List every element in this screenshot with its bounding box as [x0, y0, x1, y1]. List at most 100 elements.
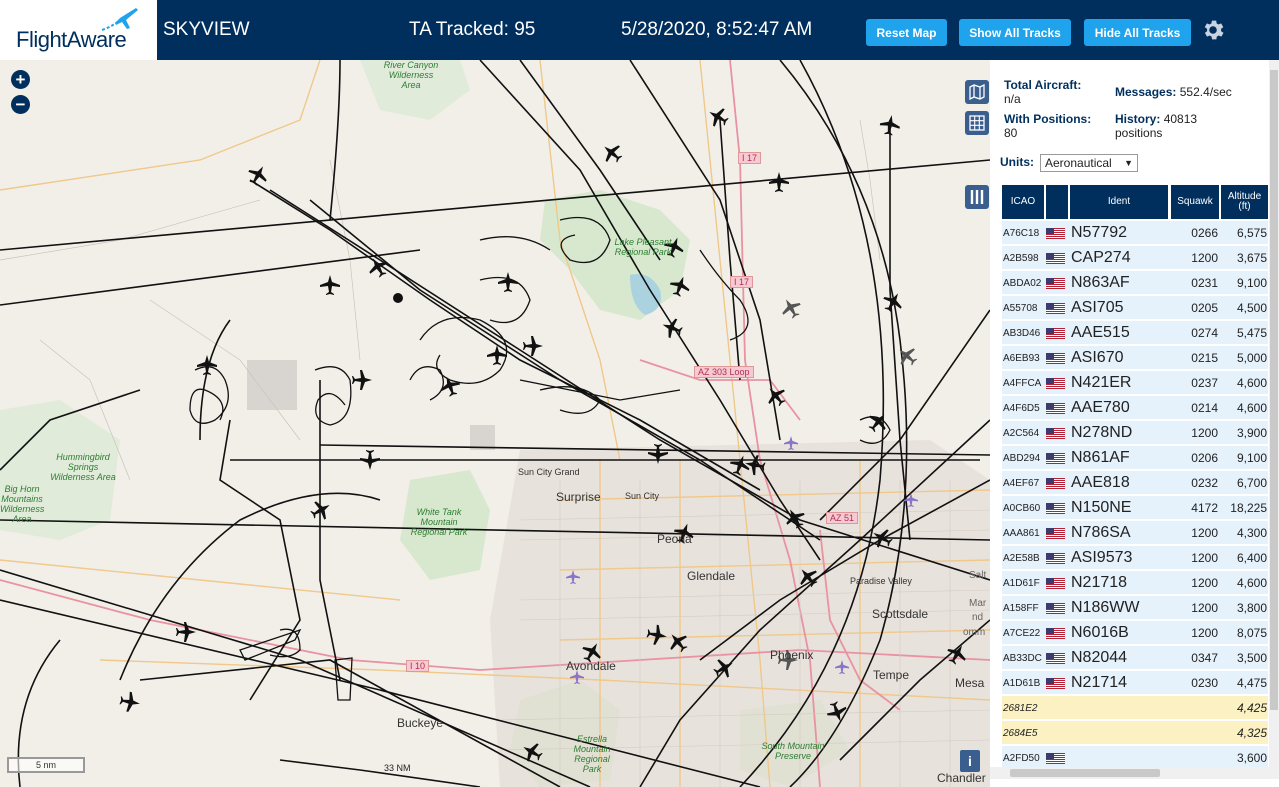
ident-cell: N82044 [1071, 649, 1128, 666]
table-row[interactable]: A2E58B ASI9573 1200 6,400 [1002, 546, 1268, 570]
us-flag-icon [1046, 302, 1065, 314]
col-header-icao[interactable]: ICAO [1002, 185, 1044, 219]
table-row[interactable]: ABDA02 N863AF 0231 9,100 [1002, 271, 1268, 295]
scale-bar: 5 nm [7, 757, 85, 773]
map-layers-button[interactable] [965, 80, 989, 104]
ident-cell: N186WW [1071, 599, 1140, 616]
grid-icon [969, 115, 985, 131]
flightaware-logo[interactable]: FlightAware [0, 0, 157, 60]
city-label: Surprise [556, 490, 601, 504]
park-label: Big Horn Mountains Wilderness Area [0, 484, 45, 524]
altitude-cell: 6,700 [1236, 476, 1267, 490]
us-flag-icon [1046, 277, 1065, 289]
table-row[interactable]: A158FF N186WW 1200 3,800 [1002, 596, 1268, 620]
flag-cell [1046, 696, 1068, 720]
altitude-cell: 5,000 [1236, 351, 1267, 365]
col-header-flag[interactable] [1046, 185, 1068, 219]
units-label: Units: [1000, 155, 1034, 169]
park-label: Hummingbird Springs Wilderness Area [50, 452, 116, 482]
table-row[interactable]: A6EB93 ASI670 0215 5,000 [1002, 346, 1268, 370]
col-header-squawk[interactable]: Squawk [1171, 185, 1219, 219]
table-row[interactable]: A1D61F N21718 1200 4,600 [1002, 571, 1268, 595]
city-label: Sun City [625, 491, 660, 501]
ident-cell: AAE780 [1071, 399, 1130, 416]
us-flag-icon [1046, 577, 1065, 589]
flag-cell [1046, 471, 1068, 495]
scrollbar-thumb[interactable] [1010, 769, 1160, 777]
us-flag-icon [1046, 502, 1065, 514]
table-row[interactable]: A4F6D5 AAE780 0214 4,600 [1002, 396, 1268, 420]
icao-cell: A158FF [1003, 602, 1039, 614]
map-base-layer [0, 60, 990, 787]
icao-cell: ABD294 [1003, 452, 1041, 464]
us-flag-icon [1046, 227, 1065, 239]
flag-cell [1046, 446, 1068, 470]
squawk-cell: 1200 [1191, 526, 1218, 540]
altitude-cell: 4,600 [1236, 576, 1267, 590]
us-flag-icon [1046, 377, 1065, 389]
flag-cell [1046, 496, 1068, 520]
flag-cell [1046, 521, 1068, 545]
table-row[interactable]: A0CB60 N150NE 4172 18,225 [1002, 496, 1268, 520]
show-all-tracks-button[interactable]: Show All Tracks [959, 19, 1071, 46]
table-row[interactable]: AB3D46 AAE515 0274 5,475 [1002, 321, 1268, 345]
icao-cell: AB3D46 [1003, 327, 1041, 339]
zoom-in-button[interactable]: + [11, 70, 30, 89]
grid-toggle-button[interactable] [965, 111, 989, 135]
table-row[interactable]: A4EF67 AAE818 0232 6,700 [1002, 471, 1268, 495]
horizontal-scrollbar[interactable] [990, 767, 1279, 779]
altitude-cell: 4,325 [1236, 726, 1267, 740]
us-flag-icon [1046, 252, 1065, 264]
table-row[interactable]: A76C18 N57792 0266 6,575 [1002, 221, 1268, 245]
table-row[interactable]: ABD294 N861AF 0206 9,100 [1002, 446, 1268, 470]
squawk-cell: 0232 [1191, 476, 1218, 490]
altitude-cell: 4,425 [1236, 701, 1267, 715]
scrollbar-thumb[interactable] [1270, 70, 1278, 710]
zoom-out-button[interactable]: − [11, 95, 30, 114]
columns-toggle-button[interactable] [965, 185, 989, 209]
altitude-cell: 3,900 [1236, 426, 1267, 440]
flag-cell [1046, 621, 1068, 645]
us-flag-icon [1046, 352, 1065, 364]
units-select[interactable]: Aeronautical ▼ [1040, 154, 1138, 172]
icao-cell: AB33DC [1003, 652, 1042, 664]
squawk-cell: 0214 [1191, 401, 1218, 415]
reset-map-button[interactable]: Reset Map [866, 19, 947, 46]
city-label: Salt [969, 570, 987, 581]
hide-all-tracks-button[interactable]: Hide All Tracks [1084, 19, 1191, 46]
info-button[interactable]: i [960, 750, 980, 772]
table-row[interactable]: 2684E5 4,325 [1002, 721, 1268, 745]
ident-cell: N57792 [1071, 224, 1128, 241]
altitude-cell: 9,100 [1236, 276, 1267, 290]
us-flag-icon [1046, 552, 1065, 564]
total-aircraft-value: n/a [1004, 92, 1021, 106]
table-row[interactable]: A2C564 N278ND 1200 3,900 [1002, 421, 1268, 445]
table-row[interactable]: AB33DC N82044 0347 3,500 [1002, 646, 1268, 670]
with-positions-value: 80 [1004, 126, 1018, 140]
us-flag-icon [1046, 527, 1065, 539]
col-header-ident[interactable]: Ident [1070, 185, 1168, 219]
gear-icon[interactable] [1200, 17, 1226, 43]
map-area[interactable]: + − River Canyon Wilderness Area Lake Pl… [0, 60, 990, 787]
us-flag-icon [1046, 652, 1065, 664]
table-row[interactable]: A1D61B N21714 0230 4,475 [1002, 671, 1268, 695]
highway-shield: AZ 51 [826, 512, 859, 524]
table-row[interactable]: A7CE22 N6016B 1200 8,075 [1002, 621, 1268, 645]
icao-cell: A4EF67 [1003, 477, 1040, 489]
table-row[interactable]: 2681E2 4,425 [1002, 696, 1268, 720]
icao-cell: A1D61B [1003, 677, 1041, 689]
city-label: Scottsdale [872, 607, 929, 621]
messages-stat: Messages: 552.4/sec [1115, 85, 1265, 99]
table-row[interactable]: AAA861 N786SA 1200 4,300 [1002, 521, 1268, 545]
table-row[interactable]: A4FFCA N421ER 0237 4,600 [1002, 371, 1268, 395]
history-stat: History: 40813 positions [1115, 112, 1245, 140]
clock: 5/28/2020, 8:52:47 AM [621, 19, 813, 40]
flag-cell [1046, 271, 1068, 295]
table-row[interactable]: A2B598 CAP274 1200 3,675 [1002, 246, 1268, 270]
city-label: Tempe [873, 668, 910, 682]
col-header-altitude[interactable]: Altitude (ft) [1221, 185, 1268, 219]
vertical-scrollbar[interactable] [1269, 60, 1279, 767]
us-flag-icon [1046, 452, 1065, 464]
park-label: South Mountain Preserve [761, 741, 825, 761]
table-row[interactable]: A55708 ASI705 0205 4,500 [1002, 296, 1268, 320]
